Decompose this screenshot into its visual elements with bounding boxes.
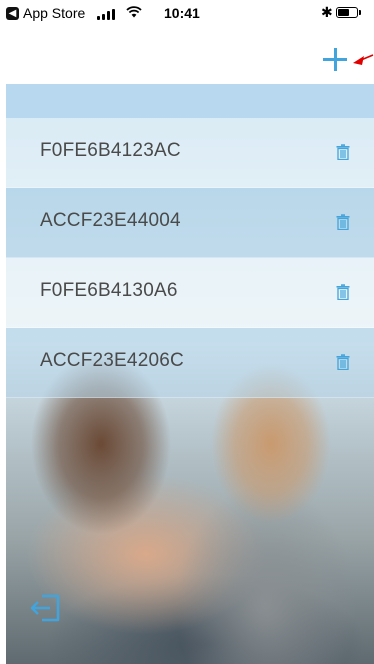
back-arrow-icon: ◀ [6, 6, 19, 20]
trash-icon[interactable] [336, 284, 350, 300]
battery-icon [336, 7, 358, 18]
status-bar: ◀ App Store 10:41 ✱ [0, 0, 374, 26]
nav-bar [0, 26, 374, 84]
status-time: 10:41 [164, 5, 200, 21]
device-id-label: F0FE6B4123AC [40, 140, 181, 161]
wifi-icon [126, 6, 142, 18]
signal-icon [97, 9, 115, 20]
device-row[interactable]: ACCF23E4206C [6, 328, 374, 398]
back-to-app-store[interactable]: ◀ App Store [6, 5, 85, 21]
trash-icon[interactable] [336, 144, 350, 160]
logout-icon[interactable] [28, 590, 64, 626]
trash-icon[interactable] [336, 214, 350, 230]
device-row[interactable]: ACCF23E44004 [6, 188, 374, 258]
battery-tip [359, 10, 361, 15]
device-id-label: F0FE6B4130A6 [40, 280, 178, 301]
trash-icon[interactable] [336, 354, 350, 370]
add-device-button[interactable] [320, 44, 350, 74]
annotation-arrow-icon [353, 54, 374, 65]
device-id-label: ACCF23E44004 [40, 210, 181, 231]
device-id-label: ACCF23E4206C [40, 350, 184, 371]
device-row[interactable]: F0FE6B4123AC [6, 118, 374, 188]
back-app-label: App Store [23, 5, 86, 21]
list-header-band [6, 84, 374, 118]
device-row[interactable]: F0FE6B4130A6 [6, 258, 374, 328]
bluetooth-icon: ✱ [321, 4, 333, 20]
device-list: F0FE6B4123AC ACCF23E44004 F0FE6B4130A6 A… [6, 118, 374, 398]
